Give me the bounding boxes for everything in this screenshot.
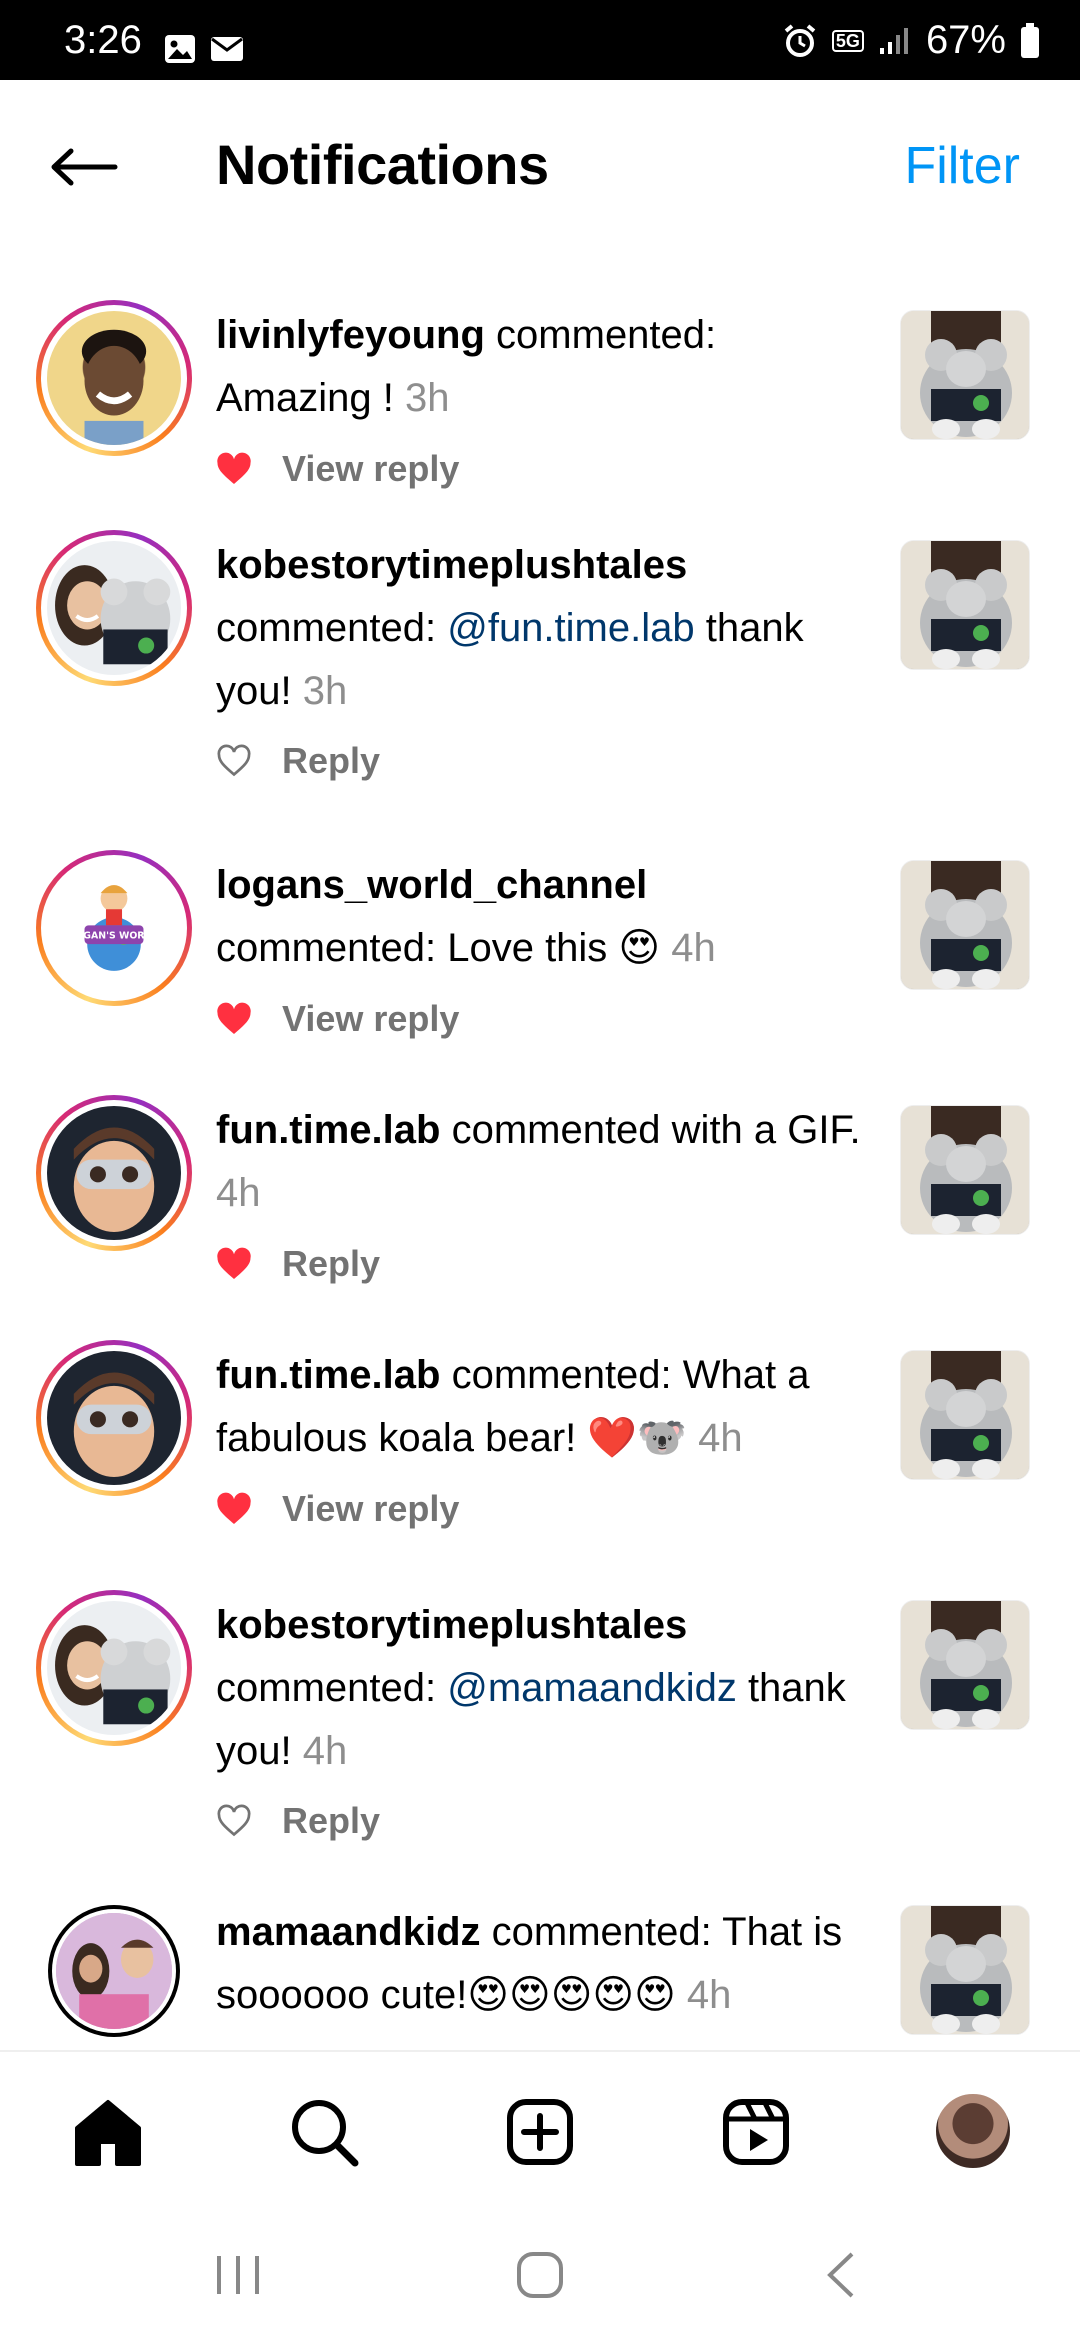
status-time: 3:26	[64, 18, 142, 62]
user-photo-icon	[81, 329, 147, 445]
reels-icon	[723, 2099, 789, 2165]
heart-filled-icon[interactable]	[216, 1002, 252, 1036]
view-reply-link[interactable]: View reply	[282, 998, 459, 1040]
nav-reels-button[interactable]	[718, 2094, 794, 2170]
network-icon: 5G	[831, 29, 864, 52]
reply-link[interactable]: Reply	[282, 1243, 380, 1285]
user-photo-icon	[55, 1625, 171, 1725]
heart-filled-icon[interactable]	[216, 1247, 252, 1281]
view-reply-link[interactable]: View reply	[282, 448, 459, 490]
time: 4h	[302, 1729, 348, 1773]
koala-plush-image	[901, 311, 1029, 439]
logans-world-logo-icon: LOGAN'S WORLD	[70, 885, 159, 971]
home-icon	[75, 2100, 141, 2166]
profile-avatar	[933, 2091, 1013, 2171]
user-photo-icon	[73, 1372, 155, 1477]
recent-apps-button[interactable]	[198, 2240, 278, 2310]
notification-item[interactable]: LOGAN'S WORLD logans_world_channel comme…	[0, 850, 1080, 1060]
nav-home-button[interactable]	[70, 2094, 146, 2170]
time: 3h	[404, 376, 450, 420]
user-photo-icon	[55, 565, 171, 665]
time: 3h	[302, 669, 348, 713]
time: 4h	[686, 1973, 732, 2017]
post-thumbnail[interactable]	[900, 310, 1030, 440]
home-circle-icon	[517, 2252, 563, 2298]
comment-text: commented with a GIF.	[440, 1108, 861, 1152]
username[interactable]: fun.time.lab	[216, 1108, 440, 1152]
create-icon	[507, 2099, 573, 2165]
view-reply-link[interactable]: View reply	[282, 1488, 459, 1530]
status-bar: 3:26 5G 67%	[0, 0, 1080, 80]
post-thumbnail[interactable]	[900, 860, 1030, 990]
username[interactable]: logans_world_channel	[216, 863, 647, 907]
notification-item[interactable]: fun.time.lab commented: What a fabulous …	[0, 1340, 1080, 1550]
user-photo-icon	[73, 1127, 155, 1232]
back-chevron-icon	[827, 2252, 854, 2298]
koala-plush-image	[901, 1351, 1029, 1479]
heart-outline-icon[interactable]	[216, 1804, 252, 1838]
avatar[interactable]	[36, 300, 192, 456]
avatar[interactable]	[36, 530, 192, 686]
nav-search-button[interactable]	[286, 2094, 362, 2170]
home-system-button[interactable]	[500, 2240, 580, 2310]
back-arrow-icon	[51, 148, 118, 186]
svg-text:LOGAN'S WORLD: LOGAN'S WORLD	[70, 931, 159, 942]
post-thumbnail[interactable]	[900, 540, 1030, 670]
username[interactable]: fun.time.lab	[216, 1353, 440, 1397]
user-photo-icon	[56, 1913, 172, 2029]
comment-text: commented: Love this 😍	[216, 926, 672, 970]
notification-item[interactable]: livinlyfeyoung commented: Amazing ! 3h V…	[0, 300, 1080, 510]
bottom-nav	[0, 2050, 1080, 2200]
post-thumbnail[interactable]	[900, 1905, 1030, 2035]
time: 4h	[698, 1416, 743, 1460]
notification-item[interactable]: fun.time.lab commented with a GIF. 4h Re…	[0, 1095, 1080, 1305]
username[interactable]: mamaandkidz	[216, 1910, 481, 1954]
koala-plush-image	[901, 541, 1029, 669]
avatar[interactable]	[36, 1095, 192, 1251]
username[interactable]: kobestorytimeplushtales	[216, 1603, 687, 1647]
mail-icon	[211, 37, 243, 61]
time: 4h	[216, 1171, 261, 1215]
signal-icon	[879, 27, 908, 54]
search-icon	[292, 2100, 359, 2167]
alarm-icon	[784, 23, 816, 57]
avatar[interactable]	[36, 1590, 192, 1746]
koala-plush-image	[901, 1106, 1029, 1234]
page-title: Notifications	[216, 133, 549, 196]
heart-filled-icon[interactable]	[216, 452, 252, 486]
nav-profile-button[interactable]	[930, 2088, 1016, 2174]
notification-item[interactable]: mamaandkidz commented: That is soooooo c…	[0, 1905, 1080, 2050]
gallery-icon	[165, 35, 195, 63]
reply-link[interactable]: Reply	[282, 740, 380, 782]
heart-outline-icon[interactable]	[216, 744, 252, 778]
post-thumbnail[interactable]	[900, 1105, 1030, 1235]
battery-percent: 67%	[925, 18, 1006, 62]
avatar[interactable]	[36, 1340, 192, 1496]
reply-link[interactable]: Reply	[282, 1800, 380, 1842]
koala-plush-image	[901, 1906, 1029, 2034]
mention-link[interactable]: @mamaandkidz	[447, 1666, 737, 1710]
mention-link[interactable]: @fun.time.lab	[447, 606, 694, 650]
avatar[interactable]: LOGAN'S WORLD	[36, 850, 192, 1006]
battery-icon	[1021, 22, 1039, 58]
avatar[interactable]	[48, 1905, 180, 2037]
time: 4h	[671, 926, 716, 970]
username[interactable]: livinlyfeyoung	[216, 313, 485, 357]
koala-plush-image	[901, 861, 1029, 989]
post-thumbnail[interactable]	[900, 1350, 1030, 1480]
username[interactable]: kobestorytimeplushtales	[216, 543, 687, 587]
back-system-button[interactable]	[802, 2240, 882, 2310]
notification-item[interactable]: kobestorytimeplushtales commented: @mama…	[0, 1590, 1080, 1860]
post-thumbnail[interactable]	[900, 1600, 1030, 1730]
notifications-list[interactable]: livinlyfeyoung commented: Amazing ! 3h V…	[0, 250, 1080, 2050]
system-nav-bar	[0, 2200, 1080, 2340]
back-button[interactable]	[44, 132, 124, 202]
heart-filled-icon[interactable]	[216, 1492, 252, 1526]
recent-apps-icon	[217, 2256, 259, 2294]
koala-plush-image	[901, 1601, 1029, 1729]
filter-button[interactable]: Filter	[904, 136, 1020, 196]
nav-create-button[interactable]	[502, 2094, 578, 2170]
notification-item[interactable]: kobestorytimeplushtales commented: @fun.…	[0, 530, 1080, 800]
header: Notifications Filter	[0, 80, 1080, 250]
